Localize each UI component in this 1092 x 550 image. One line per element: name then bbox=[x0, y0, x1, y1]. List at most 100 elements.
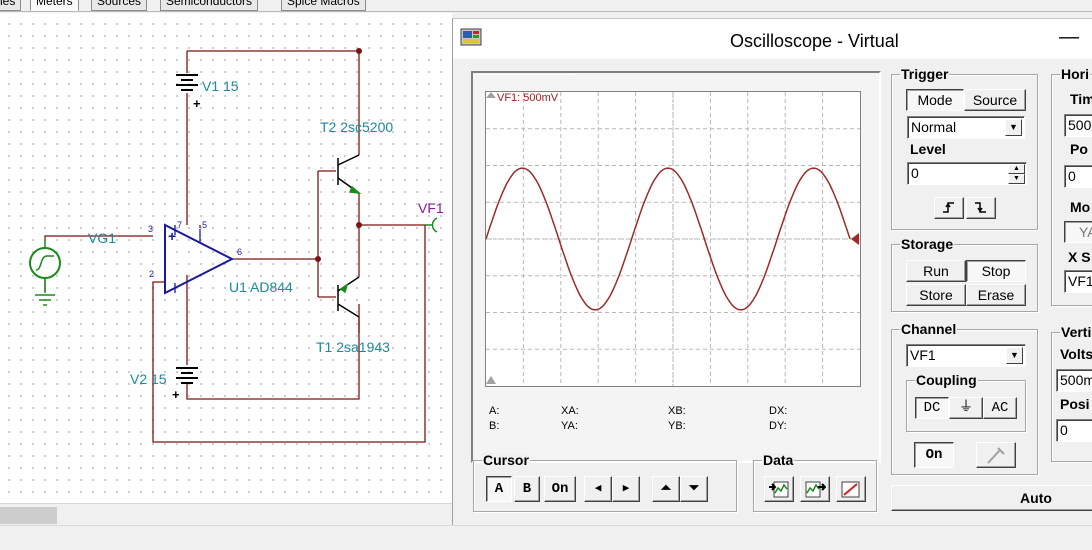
vertical-title: Vertic bbox=[1060, 325, 1092, 340]
spin-up-icon[interactable]: ▲ bbox=[1008, 164, 1025, 174]
readout-yb: YB: bbox=[668, 420, 686, 432]
erase-button[interactable]: Erase bbox=[966, 284, 1026, 306]
minimize-button[interactable]: — bbox=[1059, 27, 1079, 47]
top-marker-icon bbox=[486, 92, 496, 98]
vertical-pos-input[interactable]: 0 bbox=[1056, 419, 1092, 442]
x-source-input[interactable]: VF1 bbox=[1064, 270, 1092, 293]
stop-button[interactable]: Stop bbox=[966, 260, 1026, 282]
cursor-group: Cursor A B On ◀ ▶ ⏶ ⏷ bbox=[473, 453, 737, 512]
horizontal-title: Hori bbox=[1060, 66, 1090, 82]
cursor-b-button[interactable]: B bbox=[514, 476, 540, 502]
label-u1: U1 AD844 bbox=[229, 279, 293, 295]
probe-vf1-icon[interactable] bbox=[425, 217, 438, 233]
rising-edge-icon bbox=[943, 202, 954, 213]
cursor-right-button[interactable]: ▶ bbox=[612, 476, 640, 502]
display-tab bbox=[474, 74, 574, 79]
volts-input[interactable]: 500m bbox=[1056, 369, 1092, 392]
label-pin-2: 2 bbox=[149, 269, 155, 279]
label-v2: V2 15 bbox=[130, 371, 167, 387]
app-root: nes Meters Sources Semiconductors Spice … bbox=[0, 0, 1092, 550]
battery-v2-icon[interactable] bbox=[176, 367, 198, 384]
tab-semiconductors[interactable]: Semiconductors bbox=[160, 0, 259, 11]
horizontal-pos-label: Po bbox=[1070, 141, 1088, 157]
transistor-t1-icon[interactable] bbox=[337, 276, 360, 318]
readout-dy: DY: bbox=[769, 420, 787, 432]
export-data-icon bbox=[805, 481, 827, 498]
spin-down-icon[interactable]: ▼ bbox=[1008, 174, 1025, 184]
tab-nes[interactable]: nes bbox=[0, 0, 22, 11]
cursor-a-button[interactable]: A bbox=[486, 476, 512, 502]
readout-xb: XB: bbox=[668, 405, 686, 417]
label-v1-plus: + bbox=[193, 96, 201, 111]
time-input[interactable]: 500 bbox=[1064, 114, 1092, 137]
trigger-source-button[interactable]: Source bbox=[964, 89, 1026, 111]
display-panel: VF1: 500mV A: B: XA: YA: XB: YB: DX: DY: bbox=[471, 71, 881, 463]
trigger-mode-select[interactable]: Normal ▼ bbox=[907, 116, 1025, 139]
oscilloscope-trace-area bbox=[486, 92, 860, 386]
trigger-group: Trigger Mode Source Normal ▼ Level 0 ▲ ▼ bbox=[891, 67, 1038, 230]
schematic-canvas[interactable]: V1 15 + T2 2sc5200 VF1 VG1 3 7 5 6 2 + U… bbox=[0, 13, 452, 503]
run-button[interactable]: Run bbox=[906, 260, 966, 282]
data-export-button[interactable] bbox=[800, 476, 830, 502]
oscilloscope-app-icon bbox=[460, 28, 482, 46]
data-group: Data bbox=[753, 453, 877, 512]
horizontal-scrollbar[interactable] bbox=[0, 503, 452, 525]
cursor-left-button[interactable]: ◀ bbox=[584, 476, 612, 502]
oscilloscope-titlebar[interactable]: Oscilloscope - Virtual — bbox=[453, 19, 1092, 59]
oscilloscope-title: Oscilloscope - Virtual bbox=[730, 31, 899, 51]
oscilloscope-screen[interactable] bbox=[485, 91, 861, 387]
horizontal-pos-input[interactable]: 0 bbox=[1064, 165, 1092, 188]
coupling-group: Coupling DC ⏚ AC bbox=[906, 373, 1026, 432]
chevron-down-icon[interactable]: ▼ bbox=[1006, 347, 1023, 364]
tab-sources[interactable]: Sources bbox=[91, 0, 148, 11]
auto-button[interactable]: Auto bbox=[891, 485, 1092, 511]
channel-on-button[interactable]: On bbox=[914, 442, 954, 468]
scrollbar-thumb[interactable] bbox=[0, 507, 57, 524]
signal-generator-vg1-icon[interactable] bbox=[29, 238, 61, 293]
probe-button[interactable] bbox=[976, 442, 1016, 468]
transistor-t2-icon[interactable] bbox=[337, 154, 362, 195]
data-import-button[interactable] bbox=[764, 476, 794, 502]
channel-title: Channel bbox=[900, 321, 958, 337]
horizontal-mode-label: Mo bbox=[1070, 199, 1091, 215]
trigger-mode-value: Normal bbox=[911, 119, 957, 135]
ground-coupling-button[interactable]: ⏚ bbox=[949, 397, 983, 419]
channel-select[interactable]: VF1 ▼ bbox=[906, 344, 1026, 367]
trigger-level-value: 0 bbox=[911, 165, 919, 181]
ground-icon bbox=[35, 294, 55, 306]
trigger-level-label: Level bbox=[910, 141, 946, 157]
rising-edge-button[interactable] bbox=[934, 197, 964, 219]
trigger-level-marker-icon bbox=[851, 233, 859, 245]
horizontal-mode-button[interactable]: YA bbox=[1064, 221, 1092, 243]
ac-coupling-button[interactable]: AC bbox=[983, 397, 1017, 419]
time-label: Tim bbox=[1070, 91, 1092, 107]
channel-group: Channel VF1 ▼ Coupling DC ⏚ AC On bbox=[891, 322, 1038, 475]
vertical-pos-label: Posi bbox=[1060, 396, 1090, 412]
label-t2: T2 2sc5200 bbox=[320, 119, 394, 135]
cursor-up-button[interactable]: ⏶ bbox=[652, 476, 680, 502]
trigger-level-input[interactable]: 0 ▲ ▼ bbox=[907, 162, 1027, 185]
battery-v1-icon[interactable] bbox=[176, 74, 198, 91]
falling-edge-button[interactable] bbox=[966, 197, 996, 219]
label-vg1: VG1 bbox=[88, 230, 117, 246]
readout-a: A: bbox=[489, 405, 500, 417]
tab-spice-macros[interactable]: Spice Macros bbox=[281, 0, 366, 11]
dc-coupling-button[interactable]: DC bbox=[915, 397, 949, 419]
label-pin-7: 7 bbox=[177, 220, 183, 230]
data-title: Data bbox=[762, 452, 795, 468]
cursor-down-button[interactable]: ⏷ bbox=[680, 476, 708, 502]
readout-b: B: bbox=[489, 420, 500, 432]
trigger-mode-button[interactable]: Mode bbox=[906, 89, 964, 111]
cursor-on-button[interactable]: On bbox=[544, 476, 576, 502]
storage-group: Storage Run Stop Store Erase bbox=[891, 237, 1038, 312]
data-plot-button[interactable] bbox=[836, 476, 866, 502]
tab-meters[interactable]: Meters bbox=[30, 0, 79, 11]
chevron-down-icon[interactable]: ▼ bbox=[1005, 119, 1022, 136]
coupling-title: Coupling bbox=[915, 372, 978, 388]
store-button[interactable]: Store bbox=[906, 284, 966, 306]
horizontal-group: Hori Tim 500 Po 0 Mo YA X S VF1 bbox=[1051, 67, 1092, 306]
oscilloscope-window: Oscilloscope - Virtual — VF1: 500mV A: B… bbox=[452, 18, 1092, 525]
label-opamp-plus: + bbox=[168, 228, 177, 244]
x-source-label: X S bbox=[1068, 249, 1091, 265]
status-bar bbox=[0, 525, 1092, 550]
